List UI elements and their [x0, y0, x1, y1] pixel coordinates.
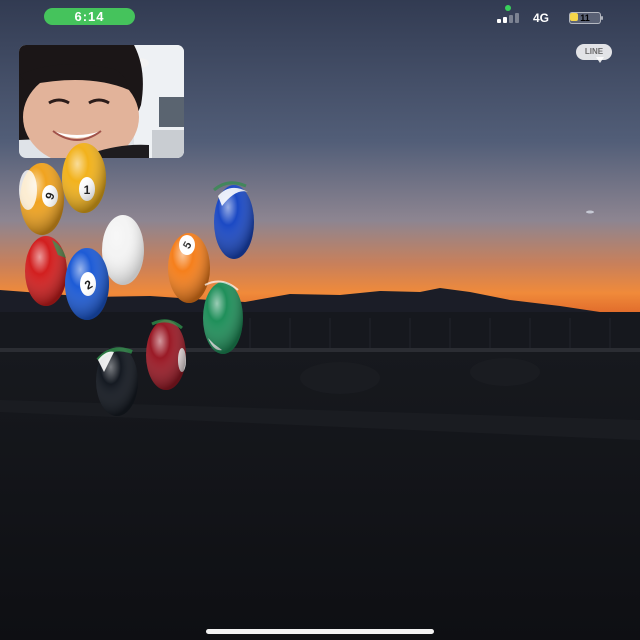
video-call-screen: 6:14 4G 11 LINE: [0, 0, 640, 640]
ball-9: 9: [19, 163, 64, 235]
home-indicator[interactable]: [206, 629, 434, 634]
ball-3: [25, 236, 67, 306]
ball-6: [203, 280, 243, 354]
ball-5: 5: [168, 233, 210, 303]
ball-8: [96, 346, 138, 416]
ball-blue: [213, 181, 254, 259]
ball-7: [146, 319, 186, 390]
ball-cue: [102, 215, 144, 285]
ball-2: 2: [65, 248, 109, 320]
ball-1: 1: [62, 143, 106, 213]
pool-balls-effect: 9 1 2 5: [19, 143, 254, 416]
